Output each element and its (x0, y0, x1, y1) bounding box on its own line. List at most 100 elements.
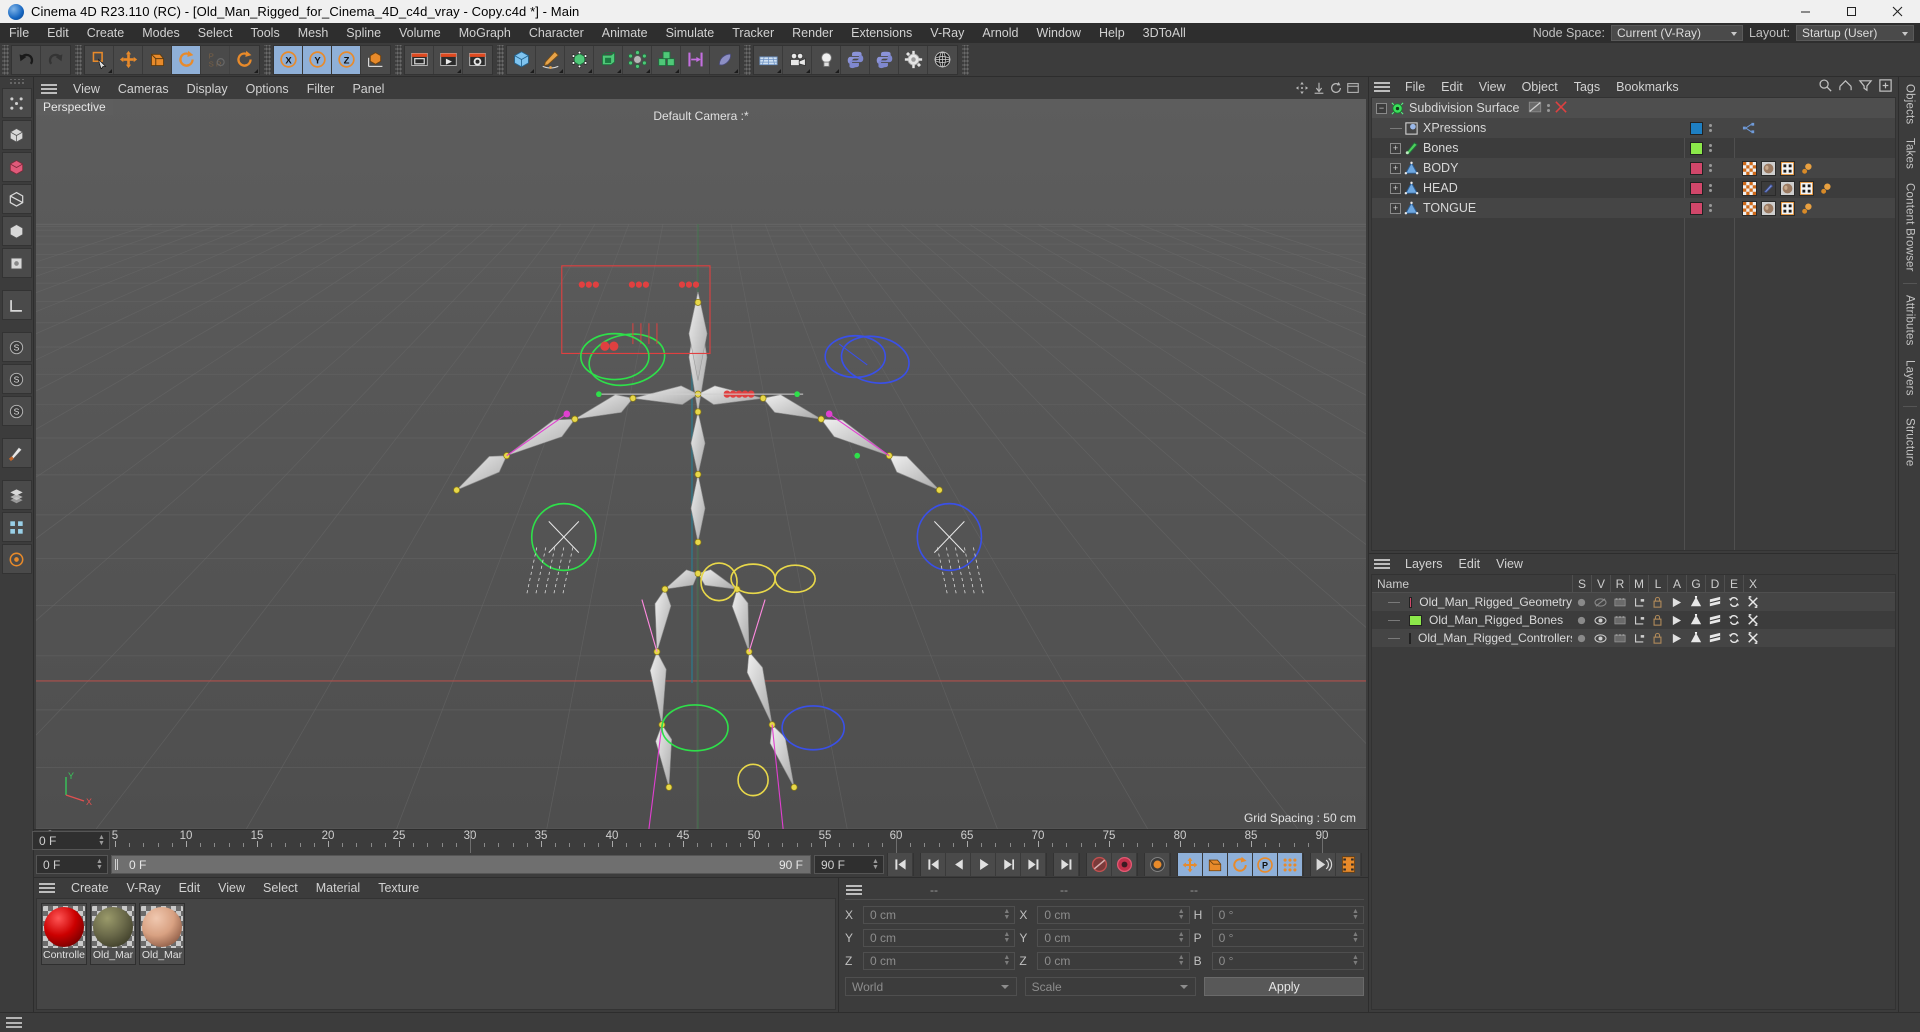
menu-render[interactable]: Render (783, 23, 842, 43)
world-coordinate-button[interactable] (361, 45, 390, 74)
object-menu-object[interactable]: Object (1514, 77, 1566, 97)
layer-lock-toggle[interactable] (1648, 611, 1667, 629)
floor-button[interactable] (754, 45, 783, 74)
layer-menu-edit[interactable]: Edit (1451, 554, 1489, 574)
skin-tag-icon[interactable] (1780, 180, 1795, 196)
play-button[interactable] (971, 853, 996, 876)
timeline-frame-field[interactable]: 0 F ▲ ▼ (32, 831, 110, 850)
layer-list[interactable]: Name SVRMLAGDEX Old_Man_Rigged_Geometry O… (1371, 574, 1896, 1010)
live-selection-button[interactable] (85, 45, 114, 74)
layer-menu-layers[interactable]: Layers (1397, 554, 1451, 574)
object-row[interactable]: − Subdivision Surface (1372, 98, 1895, 118)
expand-icon[interactable]: + (1390, 142, 1401, 154)
layer-lock-toggle[interactable] (1648, 593, 1667, 611)
menu-arnold[interactable]: Arnold (973, 23, 1027, 43)
layer-generator-toggle[interactable] (1686, 593, 1705, 611)
rail-tab-takes[interactable]: Takes (1904, 131, 1916, 176)
preview-range-bar[interactable]: 0 F 90 F (111, 855, 811, 874)
workplane-button[interactable] (1, 290, 32, 320)
point-mode-button[interactable] (1, 88, 32, 118)
layer-visible-toggle[interactable] (1591, 593, 1610, 611)
layer-menu-view[interactable]: View (1488, 554, 1531, 574)
model-mode-button[interactable] (1, 120, 32, 150)
object-toggle-dots-icon[interactable] (1709, 164, 1712, 172)
timeline-ruler[interactable]: 0510152025303540455055606570758085900 F▲… (32, 829, 1368, 853)
expand-icon[interactable]: + (1390, 202, 1401, 214)
position-key-button[interactable] (1178, 853, 1203, 876)
animate-mode-button[interactable] (1311, 853, 1336, 876)
node-space-select[interactable]: Current (V-Ray) (1610, 25, 1743, 41)
python2-button[interactable] (870, 45, 899, 74)
pan-icon[interactable] (1295, 81, 1309, 98)
object-row[interactable]: XPressions (1372, 118, 1895, 138)
layer-solo-toggle[interactable] (1572, 629, 1591, 647)
layer-color-swatch[interactable] (1690, 121, 1703, 135)
rail-tab-objects[interactable]: Objects (1904, 77, 1916, 131)
layer-visible-toggle[interactable] (1591, 629, 1610, 647)
checker-tag-icon[interactable] (1742, 180, 1757, 196)
rotate2-button[interactable] (230, 45, 259, 74)
add-layer-icon[interactable] (1878, 78, 1893, 96)
search-icon[interactable] (1818, 78, 1833, 96)
array-button[interactable] (594, 45, 623, 74)
object-toggle-dots-icon[interactable] (1709, 184, 1712, 192)
rotation-b-stepper[interactable]: ▲ ▼ (1350, 954, 1361, 967)
menu-help[interactable]: Help (1090, 23, 1134, 43)
snap-s2-button[interactable]: S (1, 364, 32, 394)
rotation-b-field[interactable]: 0 ° ▲ ▼ (1211, 952, 1364, 970)
menu-select[interactable]: Select (189, 23, 242, 43)
scale-key-button[interactable] (1203, 853, 1228, 876)
layer-render-toggle[interactable] (1610, 611, 1629, 629)
layer-xref-toggle[interactable] (1743, 629, 1762, 647)
rail-tab-structure[interactable]: Structure (1904, 411, 1916, 473)
object-menu-bookmarks[interactable]: Bookmarks (1608, 77, 1687, 97)
x-axis-lock-button[interactable]: X (274, 45, 303, 74)
layer-manager-toggle[interactable] (1629, 629, 1648, 647)
status-menu-icon[interactable] (6, 1017, 22, 1028)
layer-row[interactable]: Old_Man_Rigged_Geometry (1372, 593, 1895, 611)
dolly-icon[interactable] (1312, 81, 1326, 98)
collapse-icon[interactable]: − (1376, 102, 1387, 114)
layer-color-swatch[interactable] (1690, 161, 1703, 175)
rotation-p-field[interactable]: 0 ° ▲ ▼ (1211, 929, 1364, 947)
rotation-p-stepper[interactable]: ▲ ▼ (1350, 931, 1361, 944)
autokeying-button[interactable] (1112, 853, 1137, 876)
snap-s1-button[interactable]: S (1, 332, 32, 362)
skin-tag-icon[interactable] (1761, 160, 1776, 176)
layout-select[interactable]: Startup (User) (1796, 25, 1914, 41)
layer-visible-toggle[interactable] (1591, 611, 1610, 629)
toolbar-grip[interactable] (2, 44, 9, 75)
delete-icon[interactable] (1555, 100, 1568, 116)
menu-volume[interactable]: Volume (390, 23, 450, 43)
expand-icon[interactable]: + (1390, 162, 1401, 174)
toolbar-grip[interactable] (395, 44, 402, 75)
menu-animate[interactable]: Animate (593, 23, 657, 43)
rotation-h-field[interactable]: 0 ° ▲ ▼ (1211, 906, 1364, 924)
menu-mograph[interactable]: MoGraph (450, 23, 520, 43)
layer-color-swatch[interactable] (1690, 181, 1703, 195)
layer-row[interactable]: Old_Man_Rigged_Bones (1372, 611, 1895, 629)
layer-xref-toggle[interactable] (1743, 611, 1762, 629)
apply-button[interactable]: Apply (1204, 977, 1365, 996)
render-region-button[interactable] (434, 45, 463, 74)
current-frame-stepper[interactable]: ▲ ▼ (94, 858, 105, 871)
checker-tag-icon[interactable] (1742, 160, 1757, 176)
maximize-button[interactable] (1828, 0, 1874, 23)
layer-xref-toggle[interactable] (1743, 593, 1762, 611)
current-frame-field[interactable]: 0 F ▲ ▼ (36, 855, 108, 874)
record-active-objects-button[interactable] (1087, 853, 1112, 876)
maximize-viewport-icon[interactable] (1346, 81, 1360, 98)
menu-3dtoall[interactable]: 3DToAll (1134, 23, 1195, 43)
menu-tools[interactable]: Tools (242, 23, 289, 43)
grid-button[interactable] (1, 512, 32, 542)
left-palette-grip[interactable] (7, 79, 26, 86)
home-icon[interactable] (1838, 78, 1853, 96)
material-menu-texture[interactable]: Texture (369, 878, 428, 898)
object-row[interactable]: + TONGUE (1372, 198, 1895, 218)
rail-tab-attributes[interactable]: Attributes (1904, 288, 1916, 353)
scale-button[interactable] (143, 45, 172, 74)
go-to-previous-key-button[interactable] (921, 853, 946, 876)
object-toggle-dots-icon[interactable] (1709, 124, 1712, 132)
texture-mode-button[interactable] (1, 152, 32, 182)
layer-render-toggle[interactable] (1610, 629, 1629, 647)
